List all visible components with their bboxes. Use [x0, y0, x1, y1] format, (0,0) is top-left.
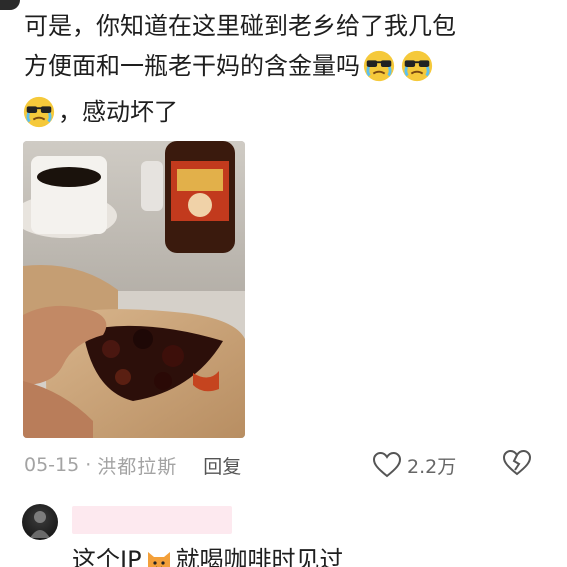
cat-face-emoji-icon [147, 552, 170, 567]
reply-username-blurred[interactable] [72, 506, 232, 534]
like-button[interactable]: 2.2万 [373, 448, 456, 482]
crying-sunglasses-emoji-icon [401, 50, 433, 82]
post-line-2: 方便面和一瓶老干妈的含金量吗 [24, 46, 524, 86]
post-body: 可是，你知道在这里碰到老乡给了我几包 方便面和一瓶老干妈的含金量吗 ，感动坏了 [23, 6, 524, 132]
comment-screen: 可是，你知道在这里碰到老乡给了我几包 方便面和一瓶老干妈的含金量吗 ，感动坏了 … [0, 0, 567, 567]
post-line-3: ，感动坏了 [23, 92, 524, 132]
post-photo[interactable] [23, 141, 245, 438]
comment-date: 05-15 [24, 454, 80, 476]
ip-location: 洪都拉斯 [97, 455, 178, 478]
comment-meta-row: 05-15 · 洪都拉斯 回复 2.2万 [24, 448, 544, 482]
like-count: 2.2万 [407, 455, 457, 478]
post-line-1: 可是，你知道在这里碰到老乡给了我几包 [24, 6, 524, 46]
heart-outline-icon [373, 452, 401, 478]
reply-user-avatar[interactable] [22, 504, 58, 540]
broken-heart-icon[interactable] [503, 450, 531, 476]
reply-text-before: 这个IP [72, 546, 142, 567]
post-text-line-3: ，感动坏了 [58, 98, 178, 126]
reply-text-after: 就喝咖啡时见过 [175, 546, 344, 567]
photo-toast-laoganma [23, 141, 245, 438]
crying-sunglasses-emoji-icon [363, 50, 395, 82]
post-text-line-2: 方便面和一瓶老干妈的含金量吗 [24, 52, 360, 80]
meta-separator: · [85, 454, 92, 476]
crying-sunglasses-emoji-icon [23, 96, 55, 128]
previous-avatar-edge [0, 0, 20, 10]
post-text-line-1: 可是，你知道在这里碰到老乡给了我几包 [24, 12, 456, 40]
reply-comment-text: 这个IP 就喝咖啡时见过 [72, 545, 344, 567]
avatar-silhouette-icon [30, 511, 50, 538]
reply-button[interactable]: 回复 [203, 452, 241, 479]
